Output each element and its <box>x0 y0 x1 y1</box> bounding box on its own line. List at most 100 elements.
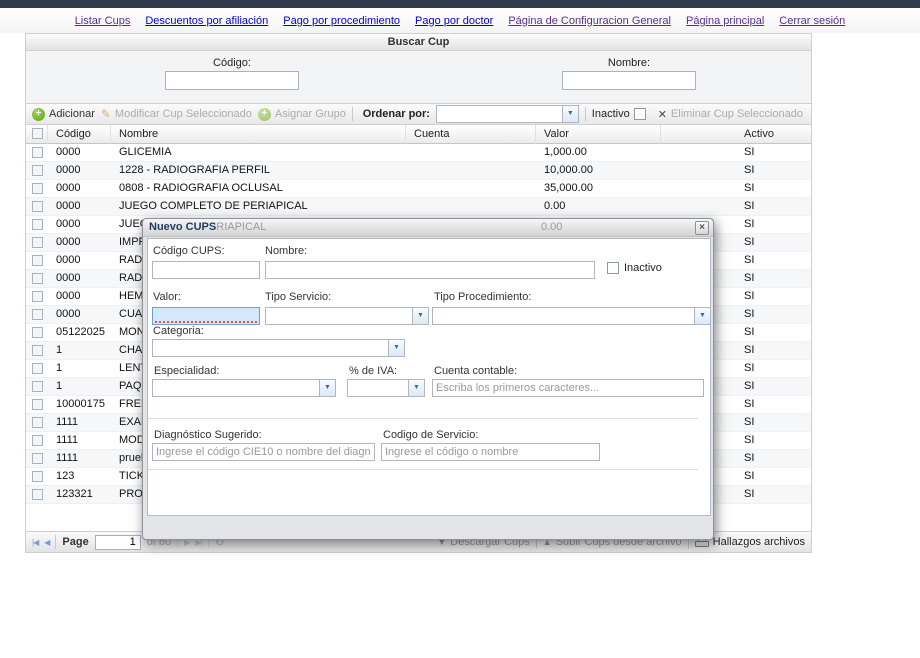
cell-checkbox <box>26 378 48 396</box>
cell-activo: SI <box>736 378 812 396</box>
adicionar-button[interactable]: + Adicionar <box>32 108 95 121</box>
cell-checkbox <box>26 450 48 468</box>
row-checkbox[interactable] <box>32 183 43 194</box>
cell-codigo: 123 <box>48 468 111 486</box>
page-input[interactable] <box>95 535 141 550</box>
tipo-servicio-label: Tipo Servicio: <box>265 291 331 303</box>
cuenta-contable-label: Cuenta contable: <box>434 365 517 377</box>
row-checkbox[interactable] <box>32 471 43 482</box>
top-navigation: Listar Cups Descuentos por afiliación Pago… <box>0 8 920 33</box>
validation-error-underline <box>155 321 257 323</box>
eliminar-button[interactable]: ✕ Eliminar Cup Seleccionado <box>658 108 803 121</box>
especialidad-select[interactable]: ▼ <box>152 379 336 397</box>
modificar-button[interactable]: ✎ Modificar Cup Seleccionado <box>101 107 252 121</box>
cell-nombre: 1228 - RADIOGRAFIA PERFIL <box>111 162 406 180</box>
row-checkbox[interactable] <box>32 417 43 428</box>
cell-codigo: 1111 <box>48 450 111 468</box>
modal-nombre-input[interactable] <box>265 261 595 279</box>
header-activo[interactable]: Activo <box>736 125 812 144</box>
table-row[interactable]: 00001228 - RADIOGRAFIA PERFIL10,000.00SI <box>26 162 811 180</box>
codigo-servicio-input[interactable] <box>381 443 600 461</box>
header-codigo[interactable]: Código <box>48 125 111 144</box>
row-checkbox[interactable] <box>32 147 43 158</box>
nav-link[interactable]: Descuentos por afiliación <box>145 15 268 27</box>
row-checkbox[interactable] <box>32 273 43 284</box>
valor-input[interactable] <box>152 307 260 325</box>
categoria-select[interactable]: ▼ <box>152 339 405 357</box>
table-row[interactable]: 0000JUEGO COMPLETO DE PERIAPICAL0.00SI <box>26 198 811 216</box>
cell-checkbox <box>26 324 48 342</box>
nav-link[interactable]: Pago por doctor <box>415 15 493 27</box>
dropdown-arrow-icon[interactable]: ▼ <box>694 308 710 324</box>
row-checkbox[interactable] <box>32 201 43 212</box>
cell-valor: 0.00 <box>536 198 661 216</box>
row-checkbox[interactable] <box>32 489 43 500</box>
prev-page-icon[interactable]: ◀ <box>44 538 49 547</box>
modal-inactivo-checkbox[interactable] <box>607 262 619 274</box>
codigo-label: Código: <box>165 57 299 69</box>
iva-select[interactable]: ▼ <box>347 379 425 397</box>
row-checkbox[interactable] <box>32 237 43 248</box>
row-checkbox[interactable] <box>32 345 43 356</box>
row-checkbox[interactable] <box>32 165 43 176</box>
modal-nombre-label: Nombre: <box>265 245 307 257</box>
cell-activo: SI <box>736 270 812 288</box>
row-checkbox[interactable] <box>32 291 43 302</box>
cell-codigo: 1111 <box>48 414 111 432</box>
row-checkbox[interactable] <box>32 435 43 446</box>
diagnostico-input[interactable] <box>152 443 375 461</box>
cell-activo: SI <box>736 450 812 468</box>
cell-checkbox <box>26 414 48 432</box>
dialog-title: Nuevo CUPS <box>149 221 216 233</box>
cell-checkbox <box>26 468 48 486</box>
codigo-search-input[interactable] <box>165 71 299 90</box>
ordenar-por-select[interactable]: ▼ <box>436 105 579 123</box>
cell-checkbox <box>26 360 48 378</box>
nav-link[interactable]: Pago por procedimiento <box>283 15 400 27</box>
tipo-servicio-select[interactable]: ▼ <box>265 307 429 325</box>
table-row[interactable]: 00000808 - RADIOGRAFIA OCLUSAL35,000.00S… <box>26 180 811 198</box>
row-checkbox[interactable] <box>32 363 43 374</box>
cell-codigo: 0000 <box>48 306 111 324</box>
asignar-grupo-button[interactable]: + Asignar Grupo <box>258 108 346 121</box>
header-cuenta[interactable]: Cuenta <box>406 125 536 144</box>
cell-activo: SI <box>736 324 812 342</box>
row-checkbox[interactable] <box>32 309 43 320</box>
cell-activo: SI <box>736 468 812 486</box>
dropdown-arrow-icon[interactable]: ▼ <box>408 380 424 396</box>
dropdown-arrow-icon[interactable]: ▼ <box>562 106 578 122</box>
nav-link[interactable]: Página principal <box>686 15 764 27</box>
cell-activo: SI <box>736 432 812 450</box>
codigo-cups-input[interactable] <box>152 261 260 279</box>
nav-link[interactable]: Página de Configuracion General <box>508 15 671 27</box>
grid-toolbar: + Adicionar ✎ Modificar Cup Seleccionado… <box>25 103 812 125</box>
table-row[interactable]: 0000GLICEMIA1,000.00SI <box>26 144 811 162</box>
close-icon[interactable]: × <box>695 221 709 235</box>
row-checkbox[interactable] <box>32 255 43 266</box>
tipo-procedimiento-select[interactable]: ▼ <box>432 307 711 325</box>
especialidad-label: Especialidad: <box>154 365 219 377</box>
first-page-icon[interactable]: |◀ <box>32 538 38 547</box>
cell-cuenta <box>406 198 536 216</box>
row-checkbox[interactable] <box>32 399 43 410</box>
row-checkbox[interactable] <box>32 381 43 392</box>
nombre-search-input[interactable] <box>562 71 696 90</box>
header-nombre[interactable]: Nombre <box>111 125 406 144</box>
row-checkbox[interactable] <box>32 327 43 338</box>
row-checkbox[interactable] <box>32 219 43 230</box>
dropdown-arrow-icon[interactable]: ▼ <box>319 380 335 396</box>
toolbar-separator <box>585 107 586 121</box>
cuenta-contable-input[interactable] <box>432 379 704 397</box>
dialog-titlebar[interactable]: Nuevo CUPSRIAPICAL 0.00 × <box>143 219 713 237</box>
inactivo-checkbox[interactable] <box>634 108 646 120</box>
nav-link[interactable]: Listar Cups <box>75 15 131 27</box>
dropdown-arrow-icon[interactable]: ▼ <box>412 308 428 324</box>
cell-checkbox <box>26 432 48 450</box>
select-all-checkbox[interactable] <box>32 128 43 139</box>
header-valor[interactable]: Valor <box>536 125 661 144</box>
cell-codigo: 05122025 <box>48 324 111 342</box>
row-checkbox[interactable] <box>32 453 43 464</box>
nav-link[interactable]: Cerrar sesión <box>779 15 845 27</box>
dropdown-arrow-icon[interactable]: ▼ <box>388 340 404 356</box>
ghost-row-value: 0.00 <box>541 219 562 236</box>
